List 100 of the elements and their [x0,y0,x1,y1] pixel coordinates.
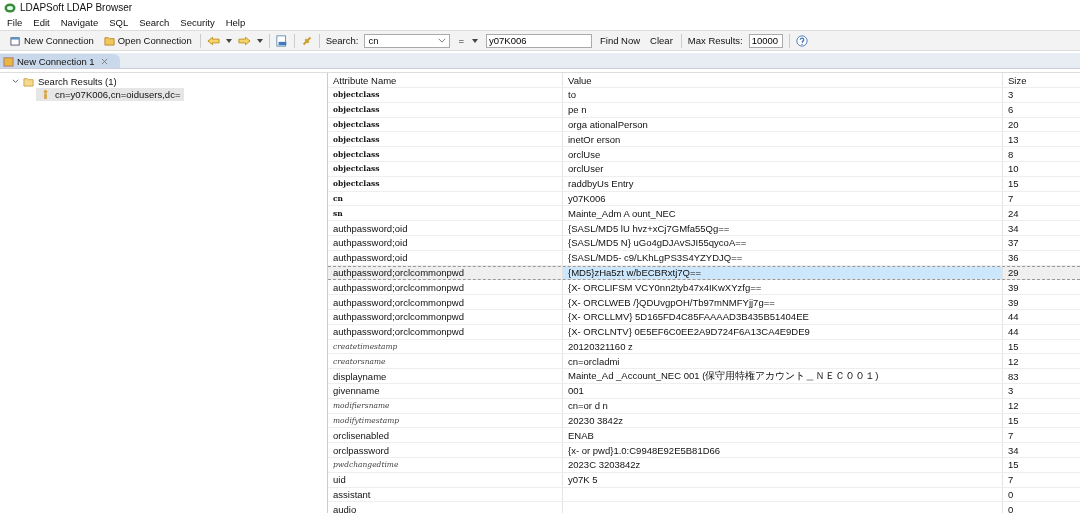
menu-item[interactable]: Navigate [60,17,99,28]
tree-item[interactable]: cn=y07K006,cn=oidusers,dc= [36,88,185,101]
attribute-value: cn=orcladmi [568,355,620,367]
value-size: 34 [1008,222,1019,234]
dropdown-caret-icon[interactable] [256,38,263,43]
attribute-value: {X- ORCLIFSM VCY0nn2tyb47x4IKwXYzfg== [568,281,762,293]
sql-icon[interactable] [275,34,288,47]
value-size: 8 [1008,148,1014,160]
value-size: 36 [1008,252,1019,264]
value-size: 6 [1008,104,1014,116]
attribute-value: {X- ORCLLMV} 5D165FD4C85FAAAAD3B435B51404EE [568,311,809,323]
menu-item[interactable]: Search [139,17,170,28]
menu-item[interactable]: Help [225,17,246,28]
menu-item[interactable]: SQL [109,17,129,28]
chevron-icon [438,38,447,43]
attribute-dropdown[interactable]: cn [364,33,451,48]
attribute-name: displayname [333,370,387,382]
value-size: 0 [1008,503,1014,513]
menu-item[interactable]: Edit [33,17,50,28]
expand-chevron-icon[interactable] [12,78,19,85]
new-connection-button[interactable]: New Connection [8,35,96,46]
attribute-name: authpassword;oid [333,252,408,264]
value-size: 12 [1008,355,1019,367]
attribute-value: to [568,89,576,101]
find-now-button[interactable]: Find Now [598,35,643,46]
window-title: LDAPSoft LDAP Browser [20,2,133,13]
attribute-value: inetOr erson [568,133,621,145]
value-size: 44 [1008,311,1019,323]
value-size: 15 [1008,414,1019,426]
attribute-value: Mainte_Ad _Account_NEC 001 (保守用特権アカウント＿ＮＥＣ００１) [568,369,879,383]
value-size: 3 [1008,385,1014,397]
app-icon [4,1,16,14]
attribute-name: authpassword;oid [333,237,408,249]
value-size: 15 [1008,340,1019,352]
help-icon[interactable] [795,34,808,47]
operator-dropdown[interactable]: = [456,35,480,46]
attribute-value: cn=or d n [568,400,608,412]
attribute-value: y07K006 [568,192,606,204]
attribute-value: y07K 5 [568,474,598,486]
attribute-value: orclUse [568,148,601,160]
attribute-value: Mainte_Adm A ount_NEC [568,207,676,219]
open-connection-button[interactable]: Open Connection [101,35,194,46]
menu-item[interactable]: File [7,17,23,28]
attribute-name: givenname [333,385,380,397]
folder-icon [103,35,115,46]
value-size: 29 [1008,267,1019,279]
plug-icon[interactable] [300,34,313,47]
attribute-value: {SASL/MD5- c9/LKhLgPS3S4YZYDJQ== [568,252,743,264]
attribute-name: authpassword;orclcommonpwd [333,281,464,293]
clear-button[interactable]: Clear [648,35,675,46]
back-arrow-icon[interactable] [206,35,220,46]
max-results-label: Max Results: [687,35,743,46]
column-header[interactable]: Size [1003,73,1080,87]
attribute-value: {MD5}zHa5zt w/bECBRxtj7Q== [568,267,702,279]
attribute-value: {X- ORCLNTV} 0E5EF6C0EE2A9D724F6A13CA4E9DE9 [568,326,810,338]
attribute-name: authpassword;orclcommonpwd [333,296,464,308]
window-icon [10,35,21,46]
value-size: 7 [1008,192,1014,204]
attribute-value: {SASL/MD5 N} uGo4gDJAvSJI55qycoA== [568,237,747,249]
attribute-value: {x- or pwd}1.0:C9948E92E5B81D66 [568,444,721,456]
close-icon[interactable] [100,57,108,65]
column-header[interactable]: Attribute Name [328,73,563,87]
value-size: 12 [1008,400,1019,412]
value-size: 7 [1008,429,1014,441]
value-size: 37 [1008,237,1019,249]
value-size: 34 [1008,444,1019,456]
attribute-value: 20230 3842z [568,414,623,426]
tree-item[interactable]: Search Results (1) [0,75,327,88]
attribute-value: raddbyUs Entry [568,178,634,190]
menu-item[interactable]: Security [180,17,215,28]
attribute-name: audio [333,503,357,513]
attribute-name: authpassword;orclcommonpwd [333,267,464,279]
attribute-name: uid [333,474,346,486]
value-size: 13 [1008,133,1019,145]
value-size: 20 [1008,119,1019,130]
attribute-value: 2023C 3203842z [568,459,641,471]
max-results-field[interactable]: 10000 [748,33,783,48]
value-size: 15 [1008,459,1019,471]
value-size: 0 [1008,488,1014,500]
connection-tab[interactable]: New Connection 1 [0,54,120,68]
value-size: 39 [1008,296,1019,308]
dropdown-caret-icon[interactable] [225,38,232,43]
search-value-field[interactable]: y07K006 [486,33,592,48]
attribute-value: {SASL/MD5 lU hvz+xCj7GMfa55Qg== [568,222,730,234]
attribute-name: assistant [333,488,371,500]
connection-icon [3,55,14,67]
attribute-value: 001 [568,385,584,397]
value-size: 83 [1008,370,1019,382]
folder-icon [23,76,34,87]
value-size: 10 [1008,163,1019,175]
attribute-name: authpassword;oid [333,222,408,234]
attribute-name: orclpassword [333,444,389,456]
attribute-value: ENAB [568,429,594,441]
attribute-value: pe n [568,104,587,116]
column-header[interactable]: Value [563,73,1003,87]
forward-arrow-icon[interactable] [237,35,251,46]
value-size: 44 [1008,326,1019,338]
attribute-value: orclUser [568,163,604,175]
attribute-name: authpassword;orclcommonpwd [333,326,464,338]
attribute-value: {X- ORCLWEB /}QDUvgpOH/Tb97mNMFYjj7g== [568,296,775,308]
